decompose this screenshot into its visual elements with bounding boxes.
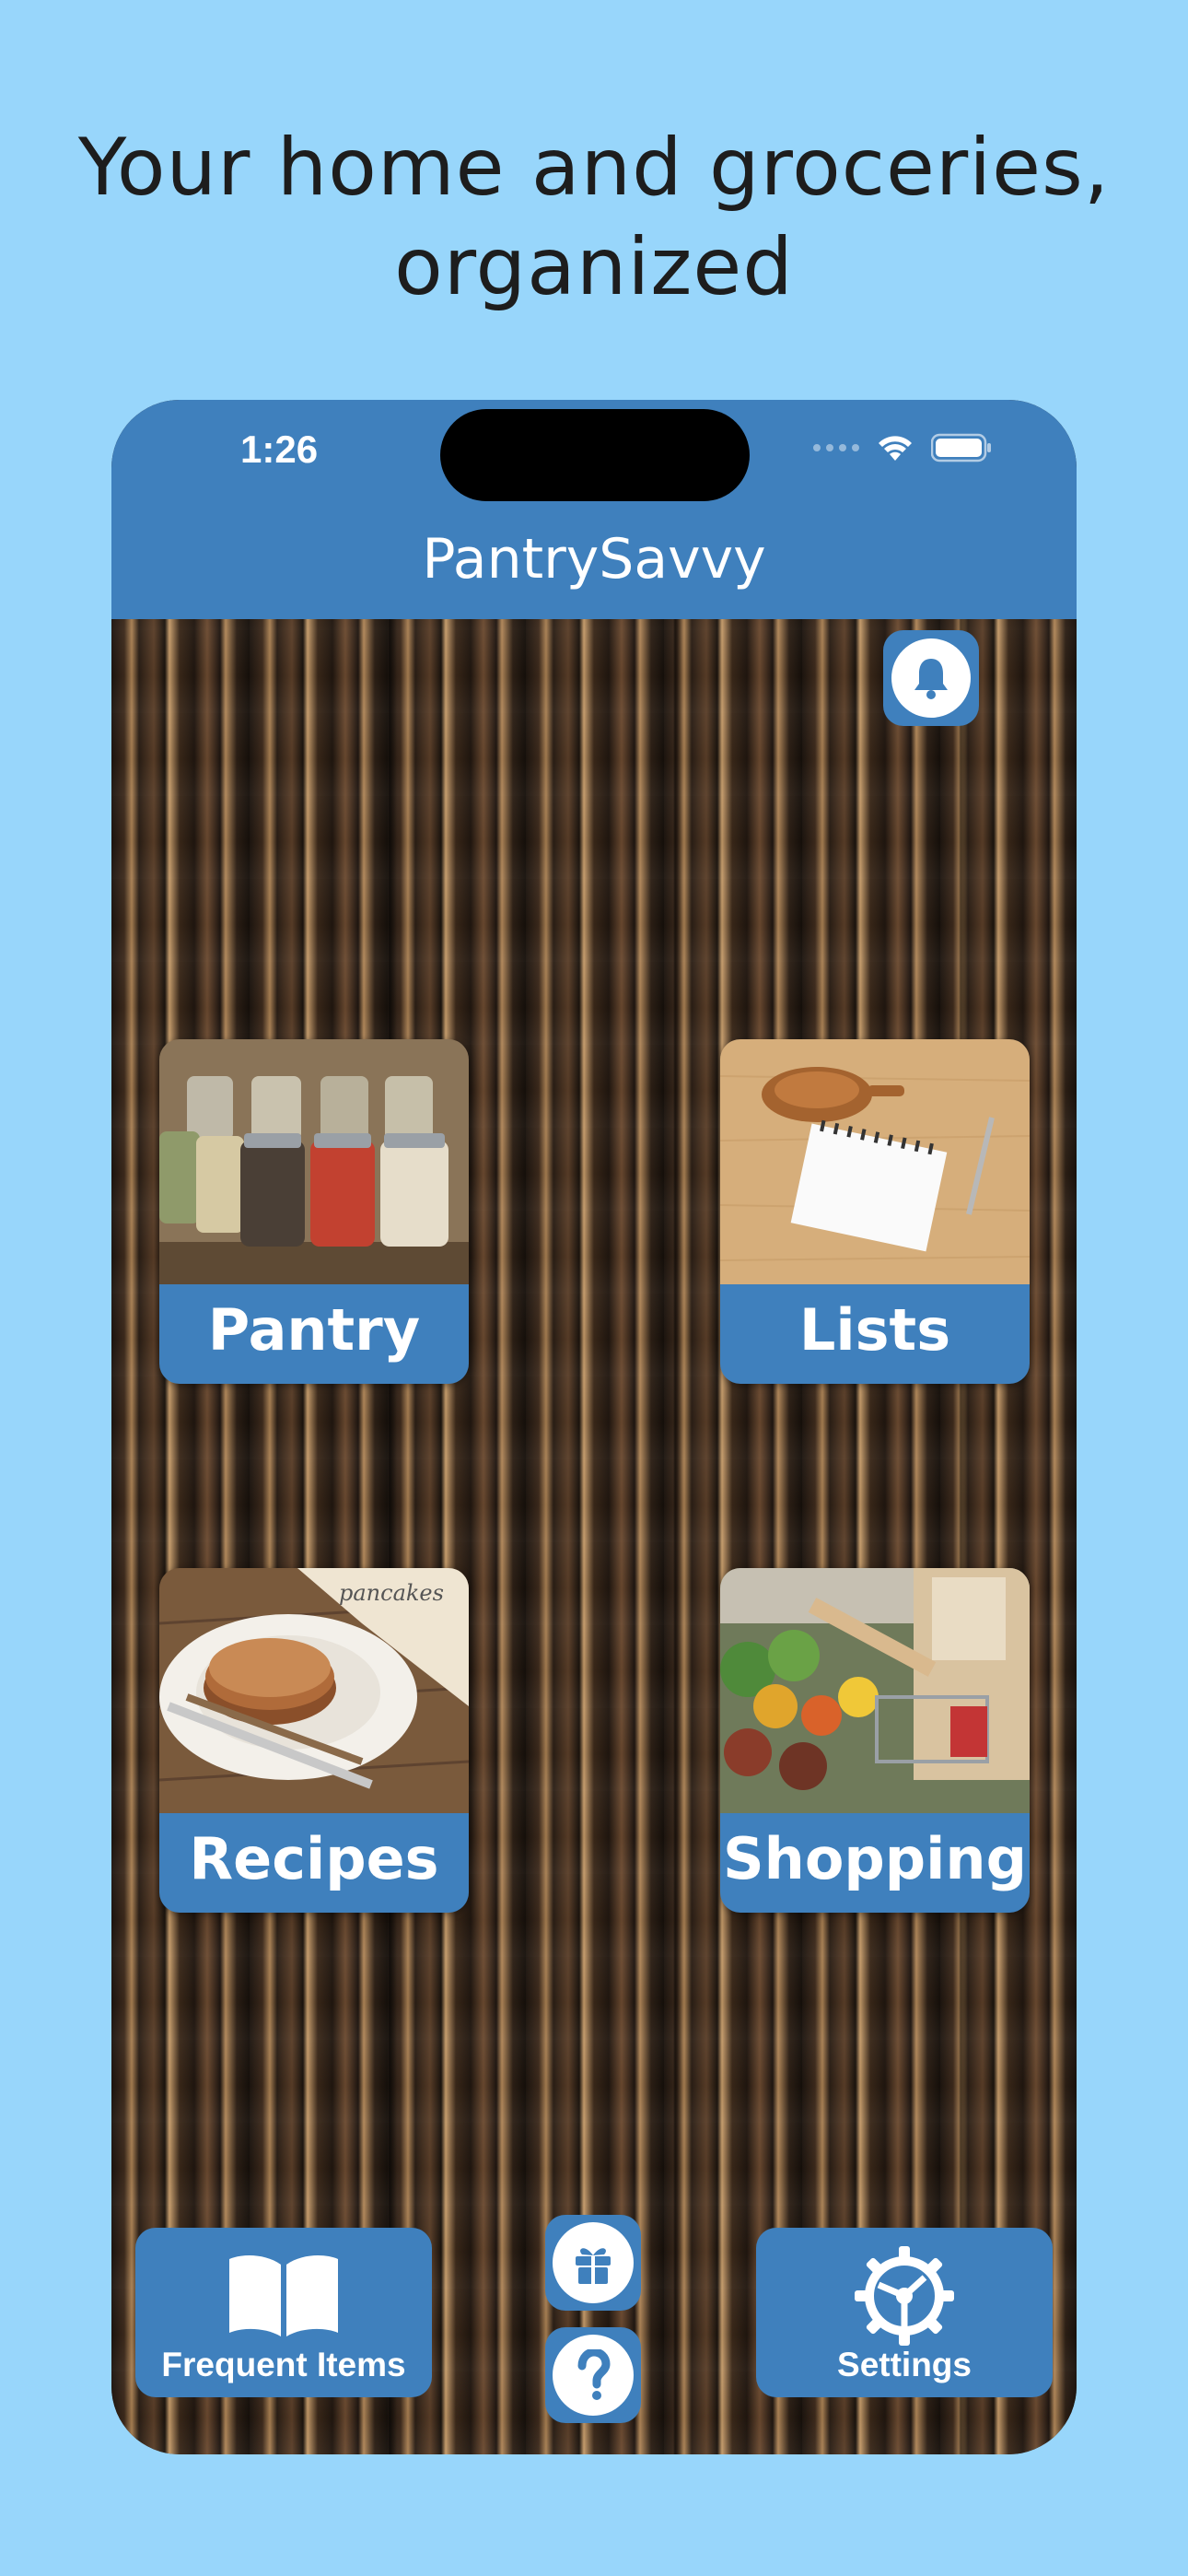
bell-icon bbox=[891, 638, 971, 718]
tile-lists-label: Lists bbox=[720, 1284, 1030, 1384]
phone-screen: 1:26 PantrySavvy Pantry Lists pancakes R… bbox=[111, 400, 1077, 2454]
headline-line-2: organized bbox=[394, 221, 794, 313]
marketing-headline: Your home and groceries, organized bbox=[0, 118, 1188, 317]
tile-pantry[interactable]: Pantry bbox=[159, 1039, 469, 1384]
svg-text:pancakes: pancakes bbox=[339, 1580, 444, 1606]
status-icons bbox=[813, 433, 992, 463]
status-time: 1:26 bbox=[240, 427, 319, 471]
gift-button[interactable] bbox=[545, 2215, 641, 2311]
tile-shopping[interactable]: Shopping bbox=[720, 1568, 1030, 1913]
notifications-button[interactable] bbox=[883, 630, 979, 726]
navigation-bar: 1:26 PantrySavvy bbox=[111, 400, 1077, 619]
battery-icon bbox=[931, 433, 991, 463]
gift-icon bbox=[553, 2222, 634, 2303]
wood-background bbox=[111, 619, 1077, 2454]
tile-recipes-label: Recipes bbox=[159, 1813, 469, 1913]
headline-line-1: Your home and groceries, bbox=[77, 122, 1111, 214]
frequent-items-button[interactable]: Frequent Items bbox=[135, 2228, 432, 2397]
cellular-signal-icon bbox=[813, 444, 859, 451]
notepad-image bbox=[720, 1039, 1030, 1284]
settings-label: Settings bbox=[837, 2346, 972, 2383]
tile-lists[interactable]: Lists bbox=[720, 1039, 1030, 1384]
tile-shopping-label: Shopping bbox=[720, 1813, 1030, 1913]
tile-pantry-label: Pantry bbox=[159, 1284, 469, 1384]
book-icon bbox=[229, 2255, 338, 2336]
tile-recipes[interactable]: pancakes Recipes bbox=[159, 1568, 469, 1913]
app-title: PantrySavvy bbox=[422, 527, 766, 591]
help-button[interactable] bbox=[545, 2327, 641, 2423]
wifi-icon bbox=[879, 436, 912, 461]
question-icon bbox=[553, 2335, 634, 2416]
dynamic-island bbox=[440, 409, 750, 501]
spice-jars-image bbox=[159, 1039, 469, 1284]
pancakes-image: pancakes bbox=[159, 1568, 469, 1813]
grocery-market-image bbox=[720, 1568, 1030, 1813]
gear-icon bbox=[855, 2246, 954, 2346]
settings-button[interactable]: Settings bbox=[756, 2228, 1053, 2397]
frequent-items-label: Frequent Items bbox=[161, 2346, 406, 2383]
